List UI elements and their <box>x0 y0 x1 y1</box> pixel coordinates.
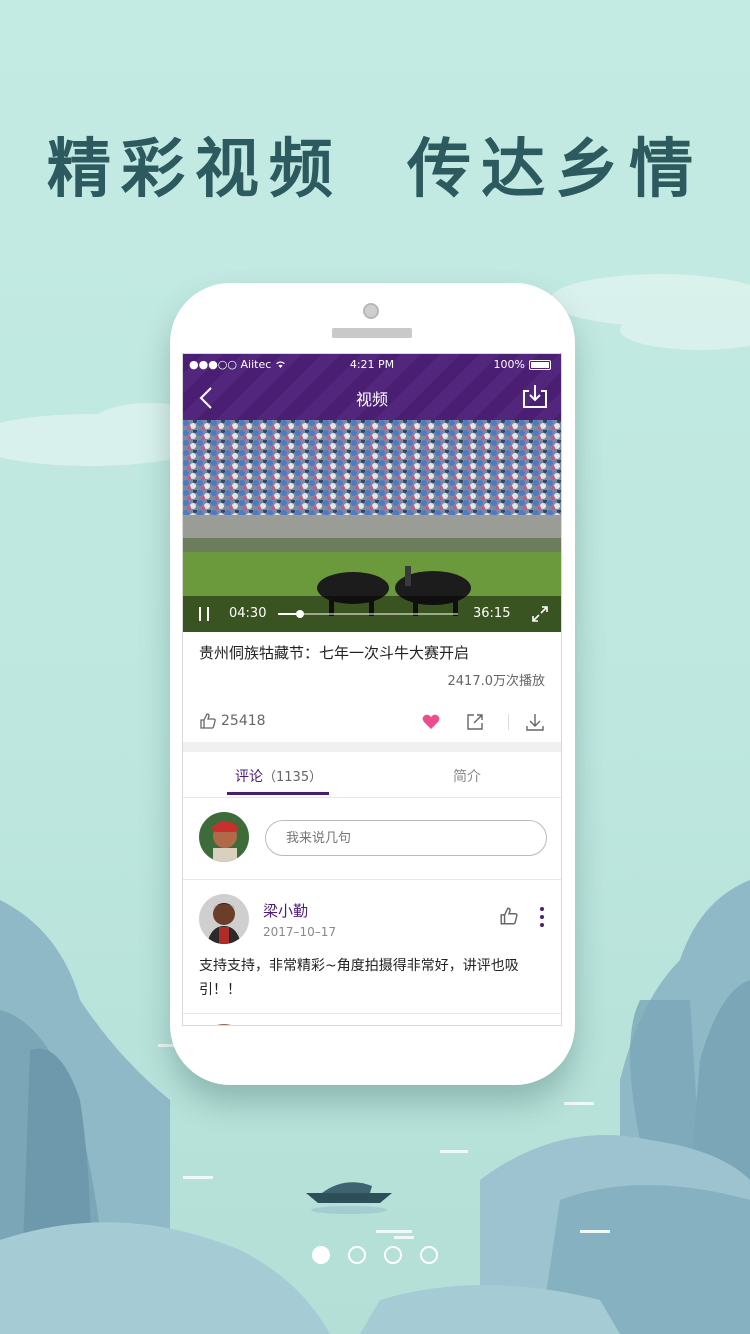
pause-icon[interactable] <box>197 606 211 622</box>
tab-intro[interactable]: 简介 <box>453 766 481 786</box>
progress-knob[interactable] <box>296 610 305 618</box>
app-screen: ●●●○○ Aiitec 4:21 PM 100% 视频 04:30 36:15… <box>182 353 562 1026</box>
comment-date: 2017–10–17 <box>263 925 337 939</box>
heart-icon[interactable] <box>421 712 441 732</box>
like-button[interactable]: 25418 <box>199 712 266 730</box>
comment-count: （1135） <box>263 770 323 785</box>
section-gap <box>183 742 561 752</box>
fullscreen-icon[interactable] <box>531 605 549 623</box>
comment-item: 梁小勤 2017–10–17 支持支持，非常精彩~角度拍摄得非常好，讲评也吸引！… <box>183 880 561 1014</box>
page-dot[interactable] <box>348 1246 366 1264</box>
headline: 精彩视频 传达乡情 <box>0 118 750 210</box>
comment-input[interactable] <box>265 820 547 856</box>
video-title: 贵州侗族牯藏节：七年一次斗牛大赛开启 <box>199 644 470 662</box>
video-actions: 25418 <box>199 712 545 734</box>
tab-comments[interactable]: 评论（1135） <box>235 766 322 786</box>
phone-mockup: ●●●○○ Aiitec 4:21 PM 100% 视频 04:30 36:15… <box>170 283 575 1085</box>
divider <box>508 714 509 730</box>
nav-bar: ●●●○○ Aiitec 4:21 PM 100% 视频 <box>183 354 561 420</box>
total-time: 36:15 <box>473 606 511 621</box>
comment-composer <box>183 798 561 880</box>
current-time: 04:30 <box>229 606 267 621</box>
thumbs-up-icon[interactable] <box>499 906 519 926</box>
like-count: 25418 <box>221 713 266 729</box>
thumbs-up-icon <box>200 713 216 729</box>
video-player[interactable]: 04:30 36:15 <box>183 420 561 632</box>
download-icon[interactable] <box>525 712 545 732</box>
tab-bar: 评论（1135） 简介 <box>183 752 561 798</box>
battery-icon <box>529 359 551 370</box>
play-count: 2417.0万次播放 <box>447 674 546 689</box>
share-icon[interactable] <box>465 712 485 732</box>
progress-bar[interactable] <box>278 610 458 618</box>
boat-icon <box>306 1182 392 1214</box>
status-bar: ●●●○○ Aiitec 4:21 PM 100% <box>183 358 561 374</box>
page-dot[interactable] <box>420 1246 438 1264</box>
download-icon[interactable] <box>521 382 549 410</box>
tab-underline <box>227 792 329 795</box>
page-dot[interactable] <box>312 1246 330 1264</box>
phone-camera <box>363 303 379 319</box>
comment-author[interactable]: 梁小勤 <box>263 900 308 921</box>
headline-part1: 精彩视频 <box>46 132 343 207</box>
video-info: 贵州侗族牯藏节：七年一次斗牛大赛开启 2417.0万次播放 25418 <box>183 632 561 742</box>
phone-speaker <box>332 328 412 338</box>
more-icon[interactable] <box>537 906 547 928</box>
battery-status: 100% <box>494 358 551 371</box>
avatar[interactable] <box>199 894 249 944</box>
avatar[interactable] <box>199 812 249 862</box>
headline-part2: 传达乡情 <box>407 132 704 207</box>
list-item <box>183 1014 561 1025</box>
video-controls: 04:30 36:15 <box>183 596 561 632</box>
page-indicator <box>312 1246 438 1264</box>
avatar[interactable] <box>199 1024 249 1025</box>
nav-title: 视频 <box>355 390 388 409</box>
comment-text: 支持支持，非常精彩~角度拍摄得非常好，讲评也吸引！！ <box>199 958 519 998</box>
page-dot[interactable] <box>384 1246 402 1264</box>
